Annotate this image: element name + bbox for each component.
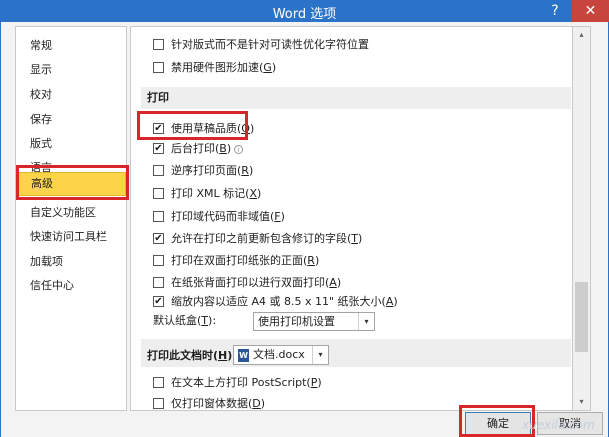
sidebar-item-trust-center[interactable]: 信任中心 xyxy=(16,275,126,297)
default-tray-label: 默认纸盒(T): xyxy=(153,314,217,327)
checkbox[interactable] xyxy=(153,187,164,199)
option-postscript-over-text[interactable]: 在文本上方打印 PostScript(P) xyxy=(153,374,322,392)
sidebar-item-layout[interactable]: 版式 xyxy=(16,133,126,155)
close-button[interactable]: ✕ xyxy=(572,0,609,22)
options-sidebar: 常规 显示 校对 保存 版式 语言 高级 自定义功能区 快速访问工具栏 加载项 … xyxy=(15,26,127,411)
info-icon: i xyxy=(234,144,244,154)
content-scrollbar[interactable]: ▴ ▾ xyxy=(573,26,591,411)
option-update-tracked-fields[interactable]: ✔ 允许在打印之前更新包含修订的字段(T) xyxy=(153,230,362,248)
checkbox-checked[interactable]: ✔ xyxy=(153,232,164,244)
checkbox[interactable] xyxy=(153,164,164,176)
checkbox[interactable] xyxy=(153,254,164,266)
checkbox[interactable] xyxy=(153,376,164,388)
scroll-down-arrow-icon[interactable]: ▾ xyxy=(573,394,590,410)
option-optimize-char-positioning[interactable]: 针对版式而不是针对可读性优化字符位置 xyxy=(153,36,369,54)
option-print-form-data-only[interactable]: 仅打印窗体数据(D) xyxy=(153,395,265,410)
checkbox-checked[interactable]: ✔ xyxy=(153,295,164,307)
checkbox[interactable] xyxy=(153,61,164,73)
sidebar-item-general[interactable]: 常规 xyxy=(16,35,126,57)
title-bar: Word 选项 ? ✕ xyxy=(0,0,609,22)
checkbox-checked[interactable]: ✔ xyxy=(153,142,164,154)
sidebar-item-display[interactable]: 显示 xyxy=(16,59,126,81)
option-background-print[interactable]: ✔ 后台打印(B) i xyxy=(153,140,244,158)
watermark: xuexila.com xyxy=(522,418,595,432)
option-disable-hw-acceleration[interactable]: 禁用硬件图形加速(G) xyxy=(153,59,276,77)
default-tray-dropdown[interactable]: 使用打印机设置 ▾ xyxy=(253,312,375,331)
option-print-xml-tags[interactable]: 打印 XML 标记(X) xyxy=(153,185,261,203)
scroll-up-arrow-icon[interactable]: ▴ xyxy=(573,27,590,43)
print-document-label: 打印此文档时(H): xyxy=(147,349,237,362)
sidebar-item-add-ins[interactable]: 加载项 xyxy=(16,251,126,273)
checkbox[interactable] xyxy=(153,38,164,50)
sidebar-item-save[interactable]: 保存 xyxy=(16,109,126,131)
option-reverse-print-order[interactable]: 逆序打印页面(R) xyxy=(153,162,253,180)
help-button[interactable]: ? xyxy=(540,0,570,22)
advanced-highlight-box xyxy=(16,165,129,200)
window-title: Word 选项 xyxy=(272,7,337,22)
sidebar-item-proofing[interactable]: 校对 xyxy=(16,84,126,106)
checkbox[interactable] xyxy=(153,276,164,288)
checkbox[interactable] xyxy=(153,210,164,222)
sidebar-item-quick-access-toolbar[interactable]: 快速访问工具栏 xyxy=(16,226,126,248)
document-dropdown[interactable]: W 文档.docx ▾ xyxy=(233,345,329,365)
chevron-down-icon: ▾ xyxy=(312,346,328,364)
sidebar-item-customize-ribbon[interactable]: 自定义功能区 xyxy=(16,202,126,224)
section-print-header: 打印 xyxy=(141,87,571,109)
option-scale-to-paper[interactable]: ✔ 缩放内容以适应 A4 或 8.5 x 11" 纸张大小(A) xyxy=(153,293,398,311)
option-print-field-codes[interactable]: 打印域代码而非域值(F) xyxy=(153,208,285,226)
option-print-back-duplex[interactable]: 在纸张背面打印以进行双面打印(A) xyxy=(153,274,341,292)
draft-quality-highlight-box xyxy=(137,111,248,140)
advanced-options-pane: 针对版式而不是针对可读性优化字符位置 禁用硬件图形加速(G) 打印 ✔ 使用草稿品… xyxy=(130,26,573,411)
option-print-front-duplex[interactable]: 打印在双面打印纸张的正面(R) xyxy=(153,252,319,270)
chevron-down-icon: ▾ xyxy=(358,313,374,330)
scroll-thumb[interactable] xyxy=(575,282,588,352)
word-document-icon: W xyxy=(238,348,249,362)
checkbox[interactable] xyxy=(153,397,164,409)
